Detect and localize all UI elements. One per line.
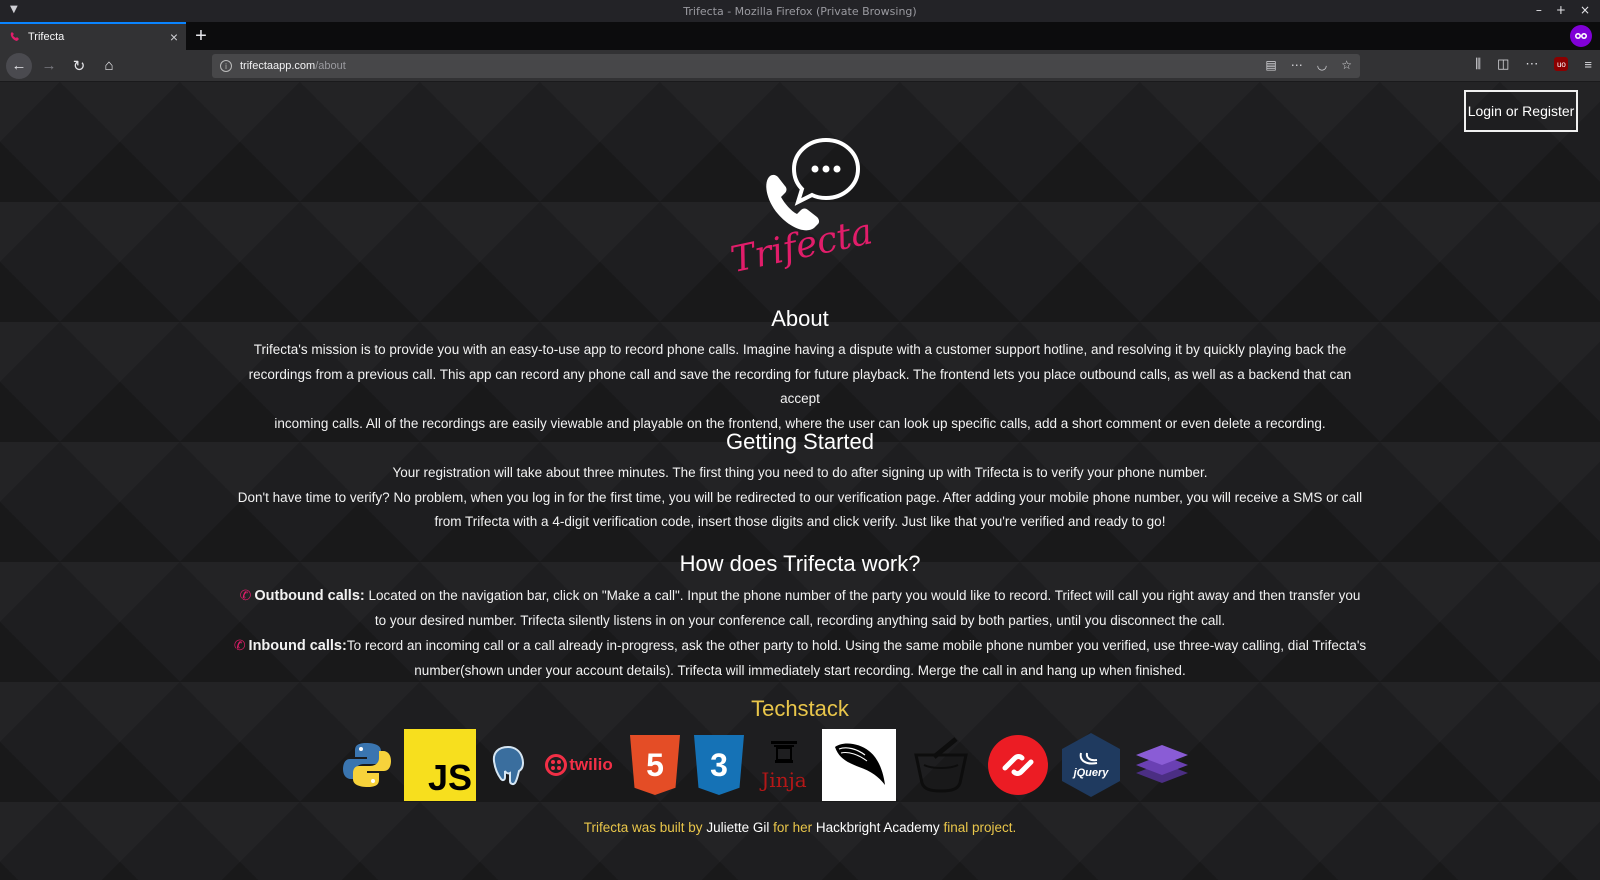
footer-text-2: for her bbox=[769, 820, 816, 835]
url-bar[interactable]: i trifectaapp.com/about ▤ ⋯ ◡ ☆ bbox=[212, 54, 1360, 78]
jquery-logo-icon: jQuery bbox=[1060, 729, 1122, 801]
footer-text-1: Trifecta was built by bbox=[583, 820, 707, 835]
close-tab-icon[interactable]: × bbox=[170, 29, 178, 45]
page-actions-icon[interactable]: ⋯ bbox=[1291, 58, 1303, 72]
trifecta-logo: Trifecta bbox=[727, 134, 876, 284]
page-content: Login or Register Trifecta About Trifect… bbox=[0, 82, 1600, 880]
outbound-label: Outbound calls: bbox=[254, 588, 365, 604]
getting-started-heading: Getting Started bbox=[726, 429, 874, 454]
inbound-line-2: number(shown under your account details)… bbox=[414, 662, 1186, 678]
html5-logo-icon: 5 bbox=[628, 729, 682, 801]
css3-logo-text: 3 bbox=[710, 746, 728, 783]
flask-logo-icon bbox=[822, 729, 896, 801]
getting-started-line: Don't have time to verify? No problem, w… bbox=[237, 489, 1363, 505]
ublock-origin-icon[interactable]: uo bbox=[1554, 57, 1569, 71]
outbound-call-icon: ✆ bbox=[239, 587, 252, 603]
jinja-logo-icon: Jinja bbox=[756, 729, 812, 801]
outbound-line: ✆ Outbound calls: Located on the navigati… bbox=[230, 583, 1370, 609]
jquery-logo-text: jQuery bbox=[1073, 767, 1109, 779]
footer-text-3: final project. bbox=[939, 820, 1017, 835]
author-name: Juliette Gil bbox=[706, 820, 770, 835]
techstack-heading: Techstack bbox=[751, 696, 849, 721]
private-browsing-icon bbox=[1570, 25, 1592, 47]
window-title: Trifecta - Mozilla Firefox (Private Brow… bbox=[683, 4, 917, 18]
toolbar-right: ⫼ ◫ ⋯ uo ≡ bbox=[1475, 56, 1592, 72]
js-logo-text: JS bbox=[427, 757, 472, 798]
authy-logo-icon bbox=[986, 729, 1050, 801]
trifecta-favicon-icon bbox=[10, 32, 19, 41]
inbound-call-icon: ✆ bbox=[233, 637, 246, 653]
maximize-button[interactable]: + bbox=[1556, 3, 1566, 17]
about-paragraph: Trifecta's mission is to provide you wit… bbox=[230, 338, 1370, 436]
minimize-button[interactable]: – bbox=[1536, 3, 1542, 17]
getting-started-line: Your registration will take about three … bbox=[392, 465, 1208, 480]
outbound-line-2: to your desired number. Trifecta silentl… bbox=[374, 612, 1226, 628]
sqlalchemy-logo-icon bbox=[906, 729, 976, 801]
window-controls: – + × bbox=[1536, 3, 1590, 17]
inbound-text: To record an incoming call or a call alr… bbox=[346, 638, 1367, 653]
javascript-logo-icon: JS bbox=[404, 729, 476, 801]
login-register-button[interactable]: Login or Register bbox=[1464, 90, 1578, 132]
python-logo-icon bbox=[340, 729, 394, 801]
home-button[interactable]: ⌂ bbox=[96, 53, 122, 79]
getting-started-paragraph: Your registration will take about three … bbox=[230, 461, 1370, 535]
postgresql-logo-icon bbox=[486, 729, 530, 801]
tab-strip: Trifecta × + bbox=[0, 22, 1600, 50]
library-icon[interactable]: ⫼ bbox=[1475, 56, 1481, 72]
forward-button[interactable]: → bbox=[36, 53, 62, 79]
reader-view-icon[interactable]: ▤ bbox=[1265, 58, 1276, 72]
about-line: recordings from a previous call. This ap… bbox=[248, 366, 1352, 407]
tab-trifecta[interactable]: Trifecta × bbox=[0, 22, 186, 50]
getting-started-line: from Trifecta with a 4-digit verificatio… bbox=[434, 514, 1166, 529]
new-tab-button[interactable]: + bbox=[186, 22, 216, 50]
about-line: Trifecta's mission is to provide you wit… bbox=[253, 342, 1347, 357]
back-button[interactable]: ← bbox=[6, 52, 32, 79]
close-window-button[interactable]: × bbox=[1580, 3, 1590, 17]
inbound-line: ✆ Inbound calls:To record an incoming cal… bbox=[230, 633, 1370, 659]
jinja-logo-text: Jinja bbox=[761, 768, 807, 792]
window-titlebar: ▼ Trifecta - Mozilla Firefox (Private Br… bbox=[0, 0, 1600, 22]
url-path: /about bbox=[315, 60, 346, 72]
about-heading: About bbox=[771, 306, 829, 331]
school-name: Hackbright Academy bbox=[815, 820, 940, 835]
url-actions: ▤ ⋯ ◡ ☆ bbox=[1265, 58, 1352, 72]
navigation-toolbar: ← → ↻ ⌂ i trifectaapp.com/about ▤ ⋯ ◡ ☆ … bbox=[0, 50, 1600, 82]
site-info-icon[interactable]: i bbox=[220, 60, 232, 72]
twilio-logo-icon: twilio bbox=[540, 729, 618, 801]
tab-title: Trifecta bbox=[28, 31, 65, 43]
hamburger-menu-icon[interactable]: ≡ bbox=[1584, 57, 1592, 72]
how-it-works-heading: How does Trifecta work? bbox=[679, 551, 921, 576]
outbound-text: Located on the navigation bar, click on … bbox=[368, 588, 1361, 603]
sidebar-icon[interactable]: ◫ bbox=[1497, 56, 1509, 72]
techstack-logos: JS twilio 5 3 Jinja jQuery bbox=[340, 728, 1260, 802]
footer: Trifecta was built by Juliette Gil for h… bbox=[0, 820, 1600, 835]
window-menu-icon[interactable]: ▼ bbox=[10, 4, 18, 15]
how-it-works-paragraph: ✆ Outbound calls: Located on the navigati… bbox=[230, 583, 1370, 683]
inbound-label: Inbound calls: bbox=[248, 638, 347, 654]
pocket-icon[interactable]: ◡ bbox=[1317, 58, 1327, 72]
url-domain: trifectaapp.com bbox=[240, 60, 316, 72]
extension-icon[interactable]: ⋯ bbox=[1525, 56, 1538, 72]
bookmark-star-icon[interactable]: ☆ bbox=[1341, 58, 1352, 72]
css3-logo-icon: 3 bbox=[692, 729, 746, 801]
bootstrap-logo-icon bbox=[1132, 729, 1192, 801]
reload-button[interactable]: ↻ bbox=[66, 53, 92, 79]
twilio-logo-text: twilio bbox=[569, 755, 613, 774]
html5-logo-text: 5 bbox=[646, 746, 664, 783]
